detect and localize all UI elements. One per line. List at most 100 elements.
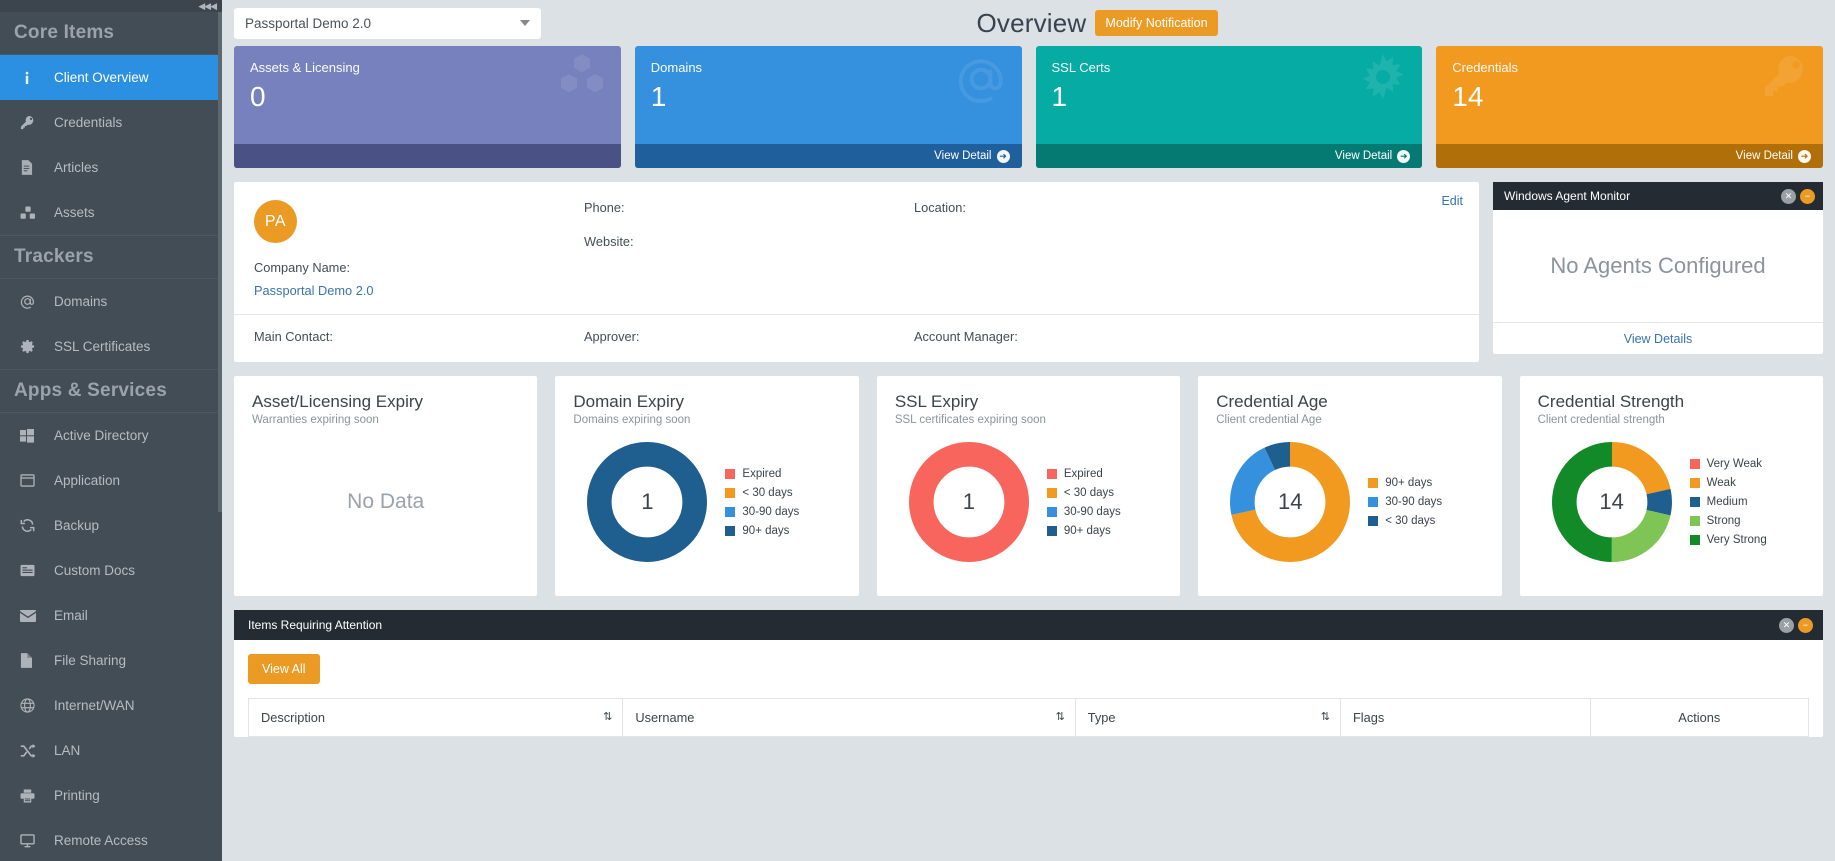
- legend-item[interactable]: 90+ days: [1368, 477, 1442, 489]
- chart-card-ssl-expiry: SSL Expiry SSL certificates expiring soon…: [876, 376, 1181, 596]
- sidebar-item-credentials[interactable]: Credentials: [0, 100, 222, 145]
- stat-card-label: Assets & Licensing: [250, 60, 360, 75]
- view-detail-label: View Detail: [1735, 150, 1793, 162]
- legend-swatch-icon: [1368, 497, 1379, 507]
- close-icon[interactable]: ✕: [1781, 188, 1796, 204]
- arrow-right-icon: ➜: [1798, 149, 1811, 163]
- stat-card-body: Assets & Licensing 0: [234, 46, 621, 144]
- main-contact-cell: Main Contact:: [254, 329, 584, 352]
- chart-title: Asset/Licensing Expiry: [252, 392, 424, 411]
- legend-item[interactable]: < 30 days: [1046, 487, 1121, 499]
- approver-cell: Approver:: [584, 329, 914, 352]
- stat-card-body: SSL Certs 1: [1036, 46, 1423, 144]
- table-header-type[interactable]: Type ⇅: [1074, 698, 1341, 737]
- stat-card-footer: [234, 144, 621, 168]
- sidebar-item-articles[interactable]: Articles: [0, 145, 222, 190]
- legend-item[interactable]: 90+ days: [1046, 525, 1121, 537]
- legend-item[interactable]: Weak: [1689, 477, 1767, 489]
- sidebar-item-label: Client Overview: [54, 70, 149, 85]
- legend-label: Very Weak: [1706, 458, 1763, 470]
- minimize-icon[interactable]: −: [1800, 188, 1815, 204]
- sort-icon[interactable]: ⇅: [1056, 710, 1065, 723]
- donut-chart[interactable]: 14: [1551, 441, 1672, 563]
- minimize-icon[interactable]: −: [1798, 617, 1813, 633]
- stat-card-view-detail-link[interactable]: View Detail ➜: [634, 144, 1022, 168]
- chart-legend: Expired < 30 days 30-90 days 90+ days: [725, 468, 799, 537]
- sort-icon[interactable]: ⇅: [603, 710, 612, 723]
- attention-panel-body: View All Description ⇅ Username ⇅ Type ⇅ Flags…: [234, 640, 1823, 737]
- legend-item[interactable]: < 30 days: [725, 487, 799, 499]
- sidebar-item-lan[interactable]: LAN: [0, 728, 222, 773]
- sidebar-item-backup[interactable]: Backup: [0, 503, 222, 548]
- sidebar-item-label: Domains: [54, 294, 108, 309]
- phone-label: Phone:: [584, 200, 625, 215]
- legend-item[interactable]: 30-90 days: [1368, 496, 1442, 508]
- sidebar-item-application[interactable]: Application: [0, 458, 222, 503]
- sidebar-item-internet-wan[interactable]: Internet/WAN: [0, 683, 222, 728]
- legend-item[interactable]: Expired: [1046, 468, 1121, 480]
- sidebar-item-ssl-certificates[interactable]: SSL Certificates: [0, 324, 222, 369]
- sidebar-item-printing[interactable]: Printing: [0, 773, 222, 818]
- legend-swatch-icon: [1689, 535, 1700, 545]
- sidebar-item-custom-docs[interactable]: Custom Docs: [0, 548, 222, 593]
- doc-lines-icon: [20, 564, 46, 577]
- client-location-column: Location:: [914, 200, 1459, 298]
- sidebar-item-assets[interactable]: Assets: [0, 190, 222, 235]
- agent-view-details-link[interactable]: View Details: [1493, 322, 1823, 354]
- stat-card-ssl-certs[interactable]: SSL Certs 1 View Detail ➜: [1035, 46, 1423, 168]
- stat-card-value: 14: [1452, 81, 1484, 112]
- stat-card-credentials[interactable]: Credentials 14 View Detail ➜: [1436, 46, 1823, 168]
- legend-item[interactable]: 30-90 days: [725, 506, 799, 518]
- legend-item[interactable]: Strong: [1689, 515, 1767, 527]
- chart-title: Credential Age: [1216, 392, 1328, 411]
- legend-item[interactable]: Expired: [725, 468, 799, 480]
- sidebar-item-label: Printing: [54, 788, 100, 803]
- legend-label: 90+ days: [742, 524, 790, 537]
- legend-swatch-icon: [725, 487, 736, 498]
- modify-notification-button[interactable]: Modify Notification: [1095, 10, 1218, 36]
- stat-card-value: 0: [250, 81, 266, 112]
- sidebar-item-client-overview[interactable]: Client Overview: [0, 55, 222, 100]
- sidebar-collapse-button[interactable]: ◀◀◀: [0, 0, 222, 12]
- chart-area: No Data: [252, 432, 537, 572]
- client-select-dropdown[interactable]: Passportal Demo 2.0: [234, 7, 541, 39]
- legend-item[interactable]: Medium: [1689, 496, 1767, 508]
- sidebar-item-email[interactable]: Email: [0, 593, 222, 638]
- sidebar-item-active-directory[interactable]: Active Directory: [0, 413, 222, 458]
- legend-item[interactable]: 30-90 days: [1046, 506, 1121, 518]
- legend-label: 90+ days: [1385, 477, 1433, 489]
- donut-chart[interactable]: 14: [1230, 441, 1351, 563]
- sidebar-item-label: Assets: [54, 205, 95, 220]
- legend-item[interactable]: < 30 days: [1368, 515, 1442, 527]
- sort-icon[interactable]: ⇅: [1321, 710, 1330, 723]
- legend-swatch-icon: [1689, 497, 1700, 507]
- window-icon: [20, 474, 46, 487]
- donut-chart[interactable]: 1: [587, 441, 708, 563]
- stat-card-domains[interactable]: Domains 1 View Detail ➜: [634, 46, 1022, 168]
- chart-card-credential-age: Credential Age Client credential Age 14 90+…: [1198, 376, 1502, 596]
- agent-panel-title: Windows Agent Monitor: [1504, 189, 1631, 203]
- chevron-down-icon: [520, 20, 530, 26]
- sidebar-item-label: Backup: [54, 518, 100, 533]
- legend-item[interactable]: Very Strong: [1689, 534, 1767, 546]
- company-name-value[interactable]: Passportal Demo 2.0: [254, 283, 584, 298]
- close-icon[interactable]: ✕: [1779, 617, 1794, 633]
- sidebar-item-label: Internet/WAN: [54, 698, 135, 713]
- sidebar-item-remote-access[interactable]: Remote Access: [0, 818, 222, 861]
- edit-link[interactable]: Edit: [1441, 194, 1463, 208]
- view-all-button[interactable]: View All: [248, 654, 320, 684]
- legend-swatch-icon: [1689, 478, 1700, 488]
- legend-swatch-icon: [1368, 516, 1379, 526]
- sidebar-item-file-sharing[interactable]: File Sharing: [0, 638, 222, 683]
- legend-item[interactable]: 90+ days: [725, 525, 799, 537]
- sidebar-item-domains[interactable]: Domains: [0, 279, 222, 324]
- stat-card-view-detail-link[interactable]: View Detail ➜: [1436, 144, 1823, 168]
- table-header-description[interactable]: Description ⇅: [247, 698, 624, 737]
- stat-card-label: SSL Certs: [1051, 60, 1111, 75]
- stat-card-assets-licensing[interactable]: Assets & Licensing 0: [234, 46, 621, 168]
- stat-card-view-detail-link[interactable]: View Detail ➜: [1035, 144, 1423, 168]
- table-header-username[interactable]: Username ⇅: [622, 698, 1076, 737]
- attention-table-header-row: Description ⇅ Username ⇅ Type ⇅ Flags Actions: [247, 698, 1810, 737]
- donut-chart[interactable]: 1: [908, 441, 1029, 563]
- legend-item[interactable]: Very Weak: [1689, 458, 1767, 470]
